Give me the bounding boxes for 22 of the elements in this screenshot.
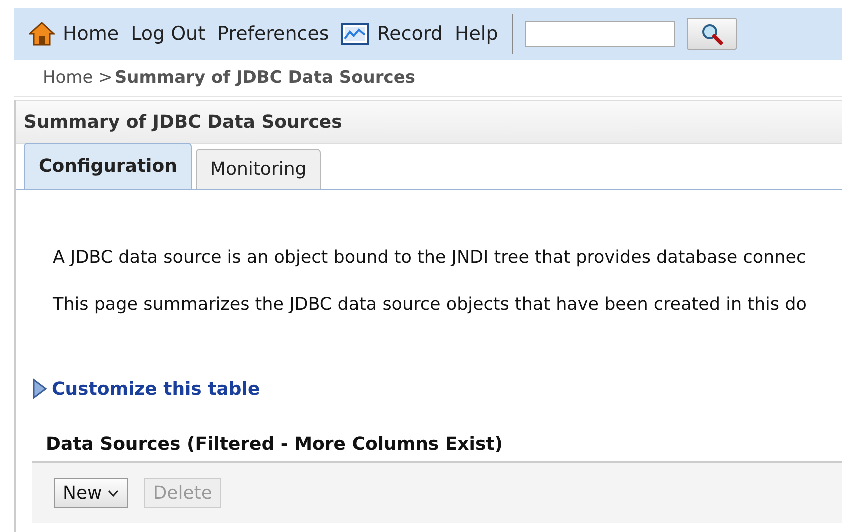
panel-title: Summary of JDBC Data Sources xyxy=(16,100,842,144)
breadcrumb-current: Summary of JDBC Data Sources xyxy=(114,68,416,88)
search-field[interactable] xyxy=(525,21,676,47)
search-icon xyxy=(701,23,724,45)
nav-link[interactable]: Record xyxy=(377,23,443,45)
breadcrumb-link[interactable]: Home > xyxy=(43,68,113,88)
nav-link[interactable]: Home xyxy=(63,23,120,45)
table-title: Data Sources (Filtered - More Columns Exist) xyxy=(46,434,504,455)
expand-triangle-icon[interactable] xyxy=(32,378,48,400)
house-icon[interactable] xyxy=(29,21,55,47)
customize-link[interactable]: Customize this table xyxy=(52,378,260,400)
search-button[interactable] xyxy=(687,18,738,50)
tab[interactable]: Configuration xyxy=(24,143,192,189)
description-text: This page summarizes the JDBC data source objects that have been created in this do xyxy=(52,295,808,315)
nav-link[interactable]: Preferences xyxy=(218,23,330,45)
nav-link[interactable]: Log Out xyxy=(131,23,206,45)
dropdown-button[interactable]: New xyxy=(54,478,128,508)
tab[interactable]: Monitoring xyxy=(196,149,321,189)
chart-icon[interactable] xyxy=(341,23,370,45)
caret-icon xyxy=(108,490,120,496)
description-text: A JDBC data source is an object bound to the JNDI tree that provides database connec xyxy=(52,248,808,268)
nav-link[interactable]: Help xyxy=(454,23,498,45)
